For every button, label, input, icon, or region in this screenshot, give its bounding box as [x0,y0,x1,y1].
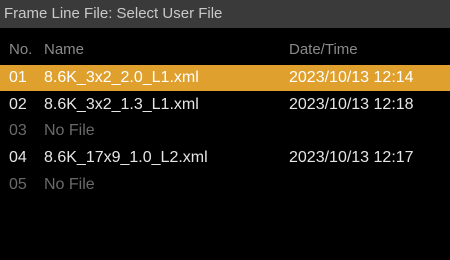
header-name: Name [44,41,85,58]
row-datetime: 2023/10/13 12:17 [289,149,414,166]
row-number: 01 [9,69,27,86]
column-header: No. Name Date/Time [0,37,450,63]
row-filename: No File [44,122,95,139]
row-number: 04 [9,149,27,166]
file-row-02[interactable]: 02 8.6K_3x2_1.3_L1.xml 2023/10/13 12:18 [0,92,450,118]
row-datetime: 2023/10/13 12:14 [289,69,414,86]
file-row-05[interactable]: 05 No File [0,172,450,198]
row-number: 02 [9,96,27,113]
row-filename: 8.6K_3x2_1.3_L1.xml [44,96,199,113]
header-datetime: Date/Time [289,41,358,58]
file-row-01[interactable]: 01 8.6K_3x2_2.0_L1.xml 2023/10/13 12:14 [0,65,450,91]
row-filename: 8.6K_17x9_1.0_L2.xml [44,149,208,166]
screen-title: Frame Line File: Select User File [0,0,450,28]
row-filename: No File [44,176,95,193]
file-row-04[interactable]: 04 8.6K_17x9_1.0_L2.xml 2023/10/13 12:17 [0,145,450,171]
row-datetime: 2023/10/13 12:18 [289,96,414,113]
row-filename: 8.6K_3x2_2.0_L1.xml [44,69,199,86]
row-number: 05 [9,176,27,193]
row-number: 03 [9,122,27,139]
frame-line-select-screen: Frame Line File: Select User File No. Na… [0,0,450,260]
header-no: No. [9,41,33,58]
file-row-03[interactable]: 03 No File [0,118,450,144]
